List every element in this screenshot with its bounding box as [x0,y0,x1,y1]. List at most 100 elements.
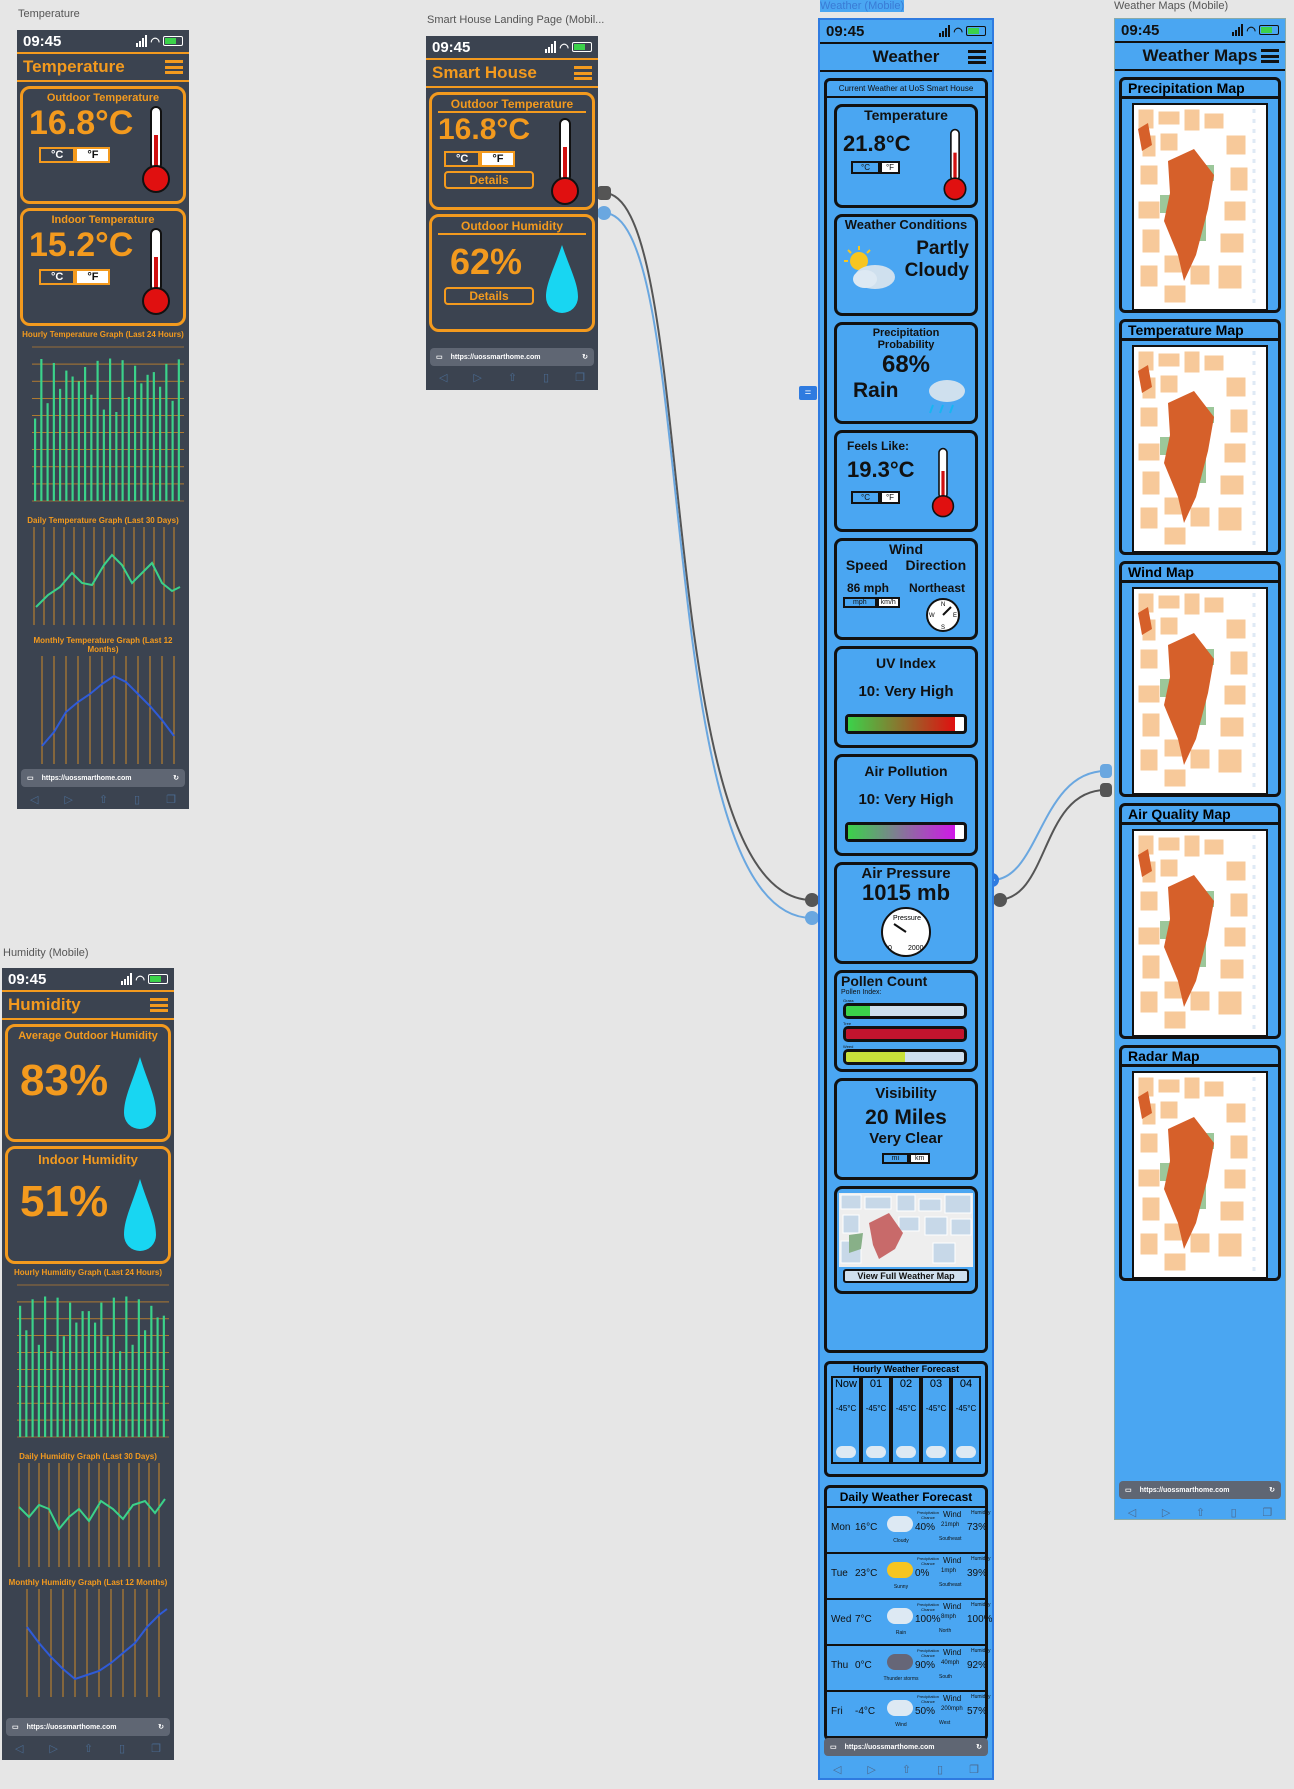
bookmarks-icon[interactable]: ▯ [1231,1506,1237,1519]
back-icon[interactable]: ◁ [1128,1506,1136,1519]
connector-node[interactable] [597,186,611,200]
back-icon[interactable]: ◁ [15,1742,23,1755]
map-card[interactable]: Radar Map [1119,1045,1281,1281]
air-pollution-value: 10: Very High [858,791,954,808]
title-bar: Humidity [2,990,174,1020]
celsius-toggle[interactable]: °C [39,147,76,163]
details-button[interactable]: Details [444,287,534,305]
thermometer-icon [142,106,170,193]
tabs-icon[interactable]: ❐ [166,793,176,806]
gauge-max: 2000 [908,945,924,952]
fahrenheit-toggle[interactable]: °F [879,161,901,174]
bookmarks-icon[interactable]: ▯ [119,1742,125,1755]
frame-handle-icon[interactable]: = [799,386,817,400]
pressure-value: 1015 [861,880,911,905]
bookmarks-icon[interactable]: ▯ [937,1763,943,1776]
hourly-forecast-panel: Hourly Weather Forecast Now -45°C 01 -45°C 0… [824,1361,988,1477]
refresh-icon[interactable]: ↻ [158,1723,164,1731]
bookmarks-icon[interactable]: ▯ [543,371,549,384]
bar [31,1299,34,1437]
miles-toggle[interactable]: mi [881,1153,910,1164]
connector-node[interactable] [1100,764,1112,778]
hamburger-menu-icon[interactable] [150,998,168,1012]
tabs-icon[interactable]: ❐ [1262,1506,1272,1519]
fahrenheit-toggle[interactable]: °F [879,491,901,504]
celsius-toggle[interactable]: °C [851,161,880,174]
connector-node[interactable] [805,911,819,925]
fahrenheit-toggle[interactable]: °F [75,269,111,285]
air-pressure-card: Air Pressure 1015 mb Pressure 0 2000 [834,862,978,964]
map-card[interactable]: Wind Map [1119,561,1281,797]
tabs-icon[interactable]: ❐ [151,1742,161,1755]
refresh-icon[interactable]: ↻ [582,353,588,361]
hourly-forecast-column: 03 -45°C [921,1376,951,1464]
partly-cloudy-icon [844,246,895,289]
card-label: Temperature [864,107,948,123]
hamburger-menu-icon[interactable] [968,50,986,64]
back-icon[interactable]: ◁ [30,793,38,806]
card-label: Pollen Count [841,973,928,989]
outdoor-humidity-card[interactable]: Outdoor Humidity 62% Details [429,214,595,332]
mph-toggle[interactable]: mph [843,597,877,608]
refresh-icon[interactable]: ↻ [976,1743,982,1751]
connector-node[interactable] [1100,783,1112,797]
bar [19,1305,22,1437]
tabs-icon[interactable]: ❐ [969,1763,979,1776]
celsius-toggle[interactable]: °C [39,269,76,285]
forward-icon[interactable]: ▷ [64,793,72,806]
map-card[interactable]: Precipitation Map [1119,77,1281,313]
outdoor-temperature-card[interactable]: Outdoor Temperature 16.8°C °C °F Details [429,92,595,210]
bookmarks-icon[interactable]: ▯ [134,793,140,806]
forward-icon[interactable]: ▷ [49,1742,57,1755]
precip-label: Precipitation Chance [916,1602,939,1612]
browser-nav: ◁ ▷ ⇧ ▯ ❐ [426,368,598,386]
back-icon[interactable]: ◁ [439,371,447,384]
celsius-toggle[interactable]: °C [851,491,880,504]
browser-url-bar[interactable]: ▭ https://uossmarthome.com ↻ [430,348,594,366]
refresh-icon[interactable]: ↻ [1269,1486,1275,1494]
bar [177,359,180,501]
share-icon[interactable]: ⇧ [84,1742,93,1755]
browser-url-bar[interactable]: ▭ https://uossmarthome.com ↻ [1119,1481,1281,1499]
pollen-count-card: Pollen Count Pollen Index: Grass Tree Weed [834,970,978,1072]
forecast-weather-icon [887,1654,913,1670]
hour-label: Now [834,1378,857,1390]
fahrenheit-toggle[interactable]: °F [480,151,516,167]
fahrenheit-toggle[interactable]: °F [75,147,111,163]
tabs-icon[interactable]: ❐ [575,371,585,384]
view-full-map-button[interactable]: View Full Weather Map [843,1269,969,1283]
browser-url-bar[interactable]: ▭ https://uossmarthome.com ↻ [21,769,185,787]
map-card[interactable]: Temperature Map [1119,319,1281,555]
back-icon[interactable]: ◁ [833,1763,841,1776]
forward-icon[interactable]: ▷ [867,1763,875,1776]
wifi-icon: ◠ [559,41,569,54]
connector-node[interactable] [993,893,1007,907]
hamburger-menu-icon[interactable] [574,66,592,80]
details-button[interactable]: Details [444,171,534,189]
share-icon[interactable]: ⇧ [902,1763,911,1776]
forward-icon[interactable]: ▷ [473,371,481,384]
map-card[interactable]: Air Quality Map [1119,803,1281,1039]
forward-icon[interactable]: ▷ [1162,1506,1170,1519]
day-condition: Rain [895,1630,907,1636]
compass-w: W [929,613,935,619]
share-icon[interactable]: ⇧ [508,371,517,384]
browser-url-bar[interactable]: ▭ https://uossmarthome.com ↻ [824,1738,988,1756]
status-time: 09:45 [8,970,47,988]
hourly-forecast-column: 02 -45°C [891,1376,921,1464]
hamburger-menu-icon[interactable] [1261,49,1279,63]
day-humidity: 39% [967,1568,988,1579]
connector-node[interactable] [805,893,819,907]
refresh-icon[interactable]: ↻ [173,774,179,782]
hamburger-menu-icon[interactable] [165,60,183,74]
hourly-temperature-graph: Hourly Temperature Graph (Last 24 Hours) [20,330,186,514]
share-icon[interactable]: ⇧ [1196,1506,1205,1519]
wifi-icon: ◠ [1246,24,1256,37]
share-icon[interactable]: ⇧ [99,793,108,806]
celsius-toggle[interactable]: °C [444,151,481,167]
browser-url-bar[interactable]: ▭ https://uossmarthome.com ↻ [6,1718,170,1736]
km-toggle[interactable]: km [909,1153,931,1164]
visibility-value: 20 Miles [865,1106,947,1129]
connector-node[interactable] [597,206,611,220]
kmh-toggle[interactable]: km/h [876,597,900,608]
